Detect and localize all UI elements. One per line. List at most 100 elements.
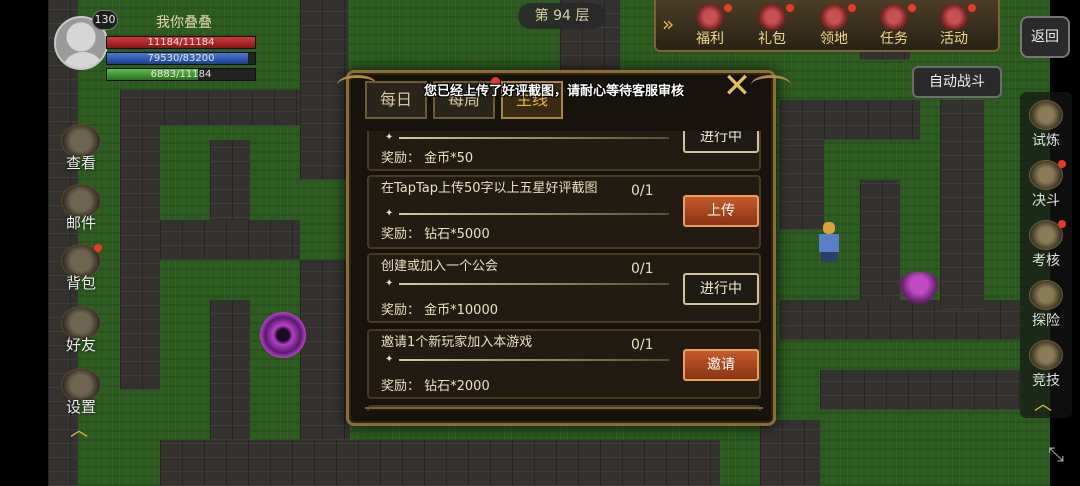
task-in-progress-button[interactable]: 进行中 — [683, 131, 759, 153]
sparkle-icon: ✦ — [385, 278, 394, 289]
event-icon — [938, 4, 970, 30]
task-row: 邀请1个新玩家加入本游戏 0/1 ✦ 奖励： 钻石*2000 邀请 — [367, 329, 761, 399]
right-menu-label: 试炼 — [1032, 133, 1060, 149]
right-menu-assessment[interactable]: 考核 — [1020, 218, 1072, 278]
top-menu-tasks[interactable]: 任务 — [866, 2, 922, 50]
task-scroll-icon — [878, 4, 910, 30]
right-menu-label: 考核 — [1032, 253, 1060, 269]
xp-bar: 6883/11184 — [106, 68, 256, 81]
dialog-ornament — [751, 75, 791, 95]
right-menu-duel[interactable]: 决斗 — [1020, 158, 1072, 218]
task-in-progress-button[interactable]: 进行中 — [683, 273, 759, 305]
top-menu-territory[interactable]: 领地 — [806, 2, 862, 50]
dialog-footer-ornament — [365, 407, 763, 413]
top-menu-label: 活动 — [940, 31, 968, 47]
hero-sprite — [816, 222, 842, 262]
sparkle-icon: ✦ — [385, 354, 394, 365]
expand-icon[interactable]: ⤡ — [1036, 442, 1076, 482]
floor-label: 第 94 层 — [518, 3, 606, 29]
hp-bar: 11184/11184 — [106, 36, 256, 49]
task-dialog: 每日 每周 主线 ✕ ✦ 奖励： 金币*50 进行中 在TapTap上传50字以… — [337, 69, 791, 426]
left-menu-view[interactable]: 查看 — [56, 124, 106, 184]
notification-dot — [1058, 220, 1066, 228]
maze-wall — [760, 420, 820, 486]
monster-sprite[interactable] — [898, 272, 940, 304]
double-chevron-right-icon[interactable]: » — [662, 12, 674, 36]
close-icon[interactable]: ✕ — [719, 69, 755, 105]
maze-wall — [940, 100, 984, 310]
notification-dot — [94, 244, 102, 252]
player-status-panel[interactable]: 130 我你叠叠 11184/11184 79530/83200 6883/11… — [52, 10, 262, 82]
progress-track — [399, 283, 669, 285]
progress-track — [399, 213, 669, 215]
left-menu-label: 设置 — [65, 398, 96, 416]
trial-icon — [1029, 100, 1063, 130]
top-menu-welfare[interactable]: 福利 — [682, 2, 738, 50]
maze-wall — [160, 440, 720, 486]
notification-dot — [1058, 160, 1066, 168]
auto-battle-button[interactable]: 自动战斗 — [912, 66, 1002, 98]
scroll-map-icon — [1029, 280, 1063, 310]
left-menu-label: 好友 — [65, 336, 96, 354]
mp-bar: 79530/83200 — [106, 52, 256, 65]
chevron-up-icon[interactable]: ︿ — [70, 416, 88, 442]
right-menu-label: 竞技 — [1032, 373, 1060, 389]
task-list[interactable]: ✦ 奖励： 金币*50 进行中 在TapTap上传50字以上五星好评截图 0/1… — [367, 131, 761, 411]
left-menu-label: 邮件 — [65, 214, 96, 232]
top-menu-events[interactable]: 活动 — [926, 2, 982, 50]
arena-icon — [1029, 340, 1063, 370]
maze-wall — [160, 220, 300, 260]
progress-track — [399, 137, 669, 139]
gift-chest-icon — [694, 4, 726, 30]
left-menu-friends[interactable]: 好友 — [56, 306, 106, 366]
task-progress: 0/1 — [631, 337, 654, 353]
top-menu-giftpack[interactable]: 礼包 — [744, 2, 800, 50]
maze-wall — [780, 100, 920, 140]
maze-wall — [820, 370, 1020, 410]
top-menu-label: 领地 — [820, 31, 848, 47]
upload-button[interactable]: 上传 — [683, 195, 759, 227]
left-side-menu: 查看 邮件 背包 好友 设置 ︿ — [56, 120, 106, 450]
left-menu-label: 查看 — [65, 154, 96, 172]
right-menu-explore[interactable]: 探险 — [1020, 278, 1072, 338]
right-menu-label: 探险 — [1032, 313, 1060, 329]
maze-wall — [120, 90, 320, 126]
right-menu-label: 决斗 — [1032, 193, 1060, 209]
toast-message: 您已经上传了好评截图，请耐心等待客服审核 — [423, 84, 684, 99]
screen-edge — [0, 0, 48, 486]
portal-sprite[interactable] — [260, 312, 306, 358]
maze-wall — [300, 260, 350, 440]
task-reward: 奖励： 金币*50 — [381, 151, 474, 166]
task-row: 在TapTap上传50字以上五星好评截图 0/1 ✦ 奖励： 钻石*5000 上… — [367, 175, 761, 249]
progress-track — [399, 359, 669, 361]
notification-dot — [968, 4, 976, 12]
left-menu-bag[interactable]: 背包 — [56, 244, 106, 304]
left-menu-mail[interactable]: 邮件 — [56, 184, 106, 244]
sparkle-icon: ✦ — [385, 208, 394, 219]
hp-text: 11184/11184 — [147, 37, 215, 48]
xp-text: 6883/11184 — [150, 69, 212, 80]
back-button[interactable]: 返回 — [1020, 16, 1070, 58]
top-menu-label: 任务 — [880, 31, 908, 47]
right-side-menu: 试炼 决斗 考核 探险 竞技 ︿ — [1020, 92, 1072, 418]
territory-icon — [818, 4, 850, 30]
task-reward: 奖励： 金币*10000 — [381, 303, 498, 318]
chevron-up-icon[interactable]: ︿ — [1034, 390, 1052, 416]
notification-dot — [786, 4, 794, 12]
task-row: 创建或加入一个公会 0/1 ✦ 奖励： 金币*10000 进行中 — [367, 253, 761, 323]
invite-button[interactable]: 邀请 — [683, 349, 759, 381]
task-row: ✦ 奖励： 金币*50 进行中 — [367, 131, 761, 171]
task-description: 在TapTap上传50字以上五星好评截图 — [381, 181, 598, 196]
top-menu-bar: » 福利 礼包 领地 任务 活动 — [654, 0, 1000, 52]
sparkle-icon: ✦ — [385, 132, 394, 143]
top-menu-label: 福利 — [696, 31, 724, 47]
task-progress: 0/1 — [631, 183, 654, 199]
player-name: 我你叠叠 — [156, 15, 212, 31]
notification-dot — [848, 4, 856, 12]
mp-text: 79530/83200 — [147, 53, 215, 64]
right-menu-arena[interactable]: 竞技 — [1020, 338, 1072, 398]
maze-wall — [860, 180, 900, 310]
task-reward: 奖励： 钻石*2000 — [381, 379, 490, 394]
maze-wall — [210, 300, 250, 440]
right-menu-trial[interactable]: 试炼 — [1020, 98, 1072, 158]
